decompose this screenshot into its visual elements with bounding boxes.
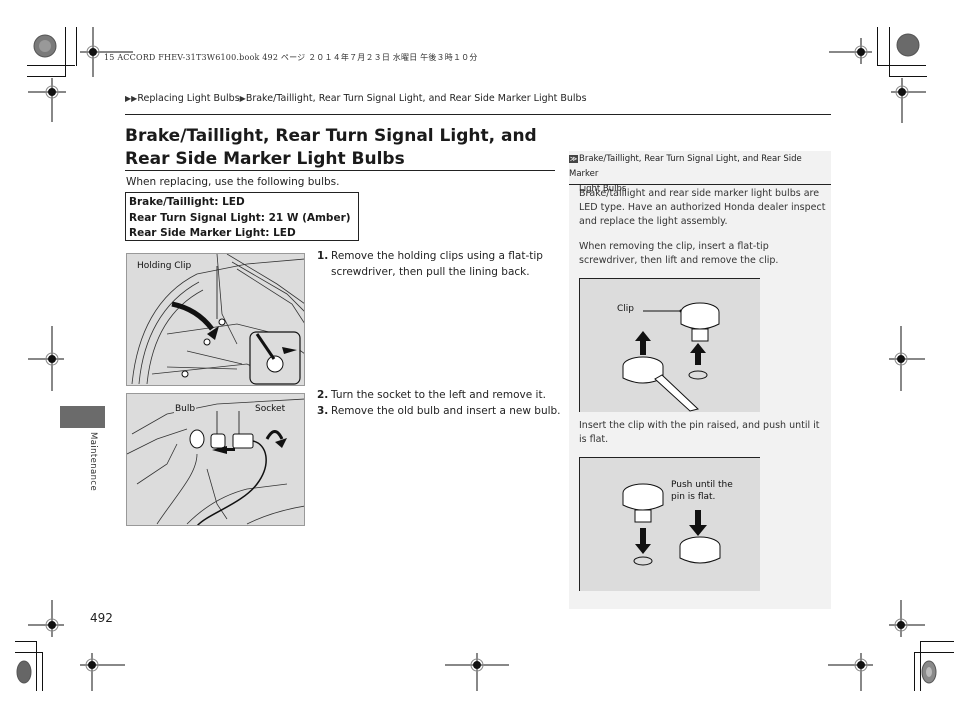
- clip-insert-drawing: [622, 483, 721, 566]
- registration-target-icon: [80, 653, 125, 691]
- color-patch-icon: [16, 660, 32, 684]
- sidebar-paragraph: Brake/taillight and rear side marker lig…: [579, 188, 826, 227]
- registration-target-icon: [891, 78, 926, 123]
- title-rule: [125, 170, 555, 171]
- sidebar-paragraph: Insert the clip with the pin raised, and…: [579, 420, 820, 445]
- print-header: 15 ACCORD FHEV-31T3W6100.book 492 ページ ２０…: [104, 53, 478, 62]
- clip-label: Clip: [616, 304, 635, 314]
- sidebar-paragraph: When removing the clip, insert a flat-ti…: [579, 241, 779, 266]
- bulb-spec-item: Brake/Taillight: LED: [129, 196, 245, 208]
- step-number: 3.: [317, 404, 329, 417]
- registration-target-icon: [889, 326, 925, 391]
- socket-label: Socket: [254, 404, 287, 414]
- sidebar-rule: [569, 184, 831, 185]
- registration-target-icon: [445, 653, 509, 691]
- color-patch-icon: [896, 33, 920, 57]
- trunk-lining-drawing: [131, 254, 304, 385]
- clip-removal-drawing: [622, 302, 720, 412]
- bulb-socket-illustration: Bulb Socket: [126, 393, 305, 526]
- breadcrumb-current: Brake/Taillight, Rear Turn Signal Light,…: [245, 93, 587, 104]
- page-number: 492: [90, 611, 113, 625]
- breadcrumb-parent-link[interactable]: Replacing Light Bulbs: [137, 93, 239, 104]
- holding-clip-label: Holding Clip: [136, 261, 193, 271]
- registration-target-icon: [28, 326, 64, 391]
- step-text: Remove the holding clips using a flat-ti…: [331, 250, 543, 278]
- breadcrumb-arrow-icon: ▶▶: [125, 94, 138, 103]
- intro-text: When replacing, use the following bulbs.: [126, 176, 340, 188]
- bulb-spec-box: Brake/Taillight: LED Rear Turn Signal Li…: [125, 192, 359, 241]
- step-item: 3. Remove the old bulb and insert a new …: [317, 404, 567, 420]
- registration-target-icon: [828, 653, 873, 691]
- section-tab-marker: [60, 406, 105, 428]
- registration-target-icon: [28, 78, 66, 122]
- step-list-2: 2. Turn the socket to the left and remov…: [317, 388, 567, 419]
- page-title: Brake/Taillight, Rear Turn Signal Light,…: [125, 126, 537, 169]
- registration-target-icon: [889, 600, 925, 637]
- step-number: 2.: [317, 389, 329, 401]
- registration-target-icon: [829, 38, 872, 64]
- step-list-1: 1. Remove the holding clips using a flat…: [317, 249, 557, 280]
- clip-insert-illustration: Push until the pin is flat.: [579, 457, 760, 591]
- header-rule: [125, 114, 831, 115]
- step-item: 2. Turn the socket to the left and remov…: [317, 388, 567, 404]
- push-label: Push until the pin is flat.: [670, 479, 734, 503]
- reference-arrow-icon: ≫: [569, 155, 578, 163]
- section-tab-label: Maintenance: [88, 432, 98, 492]
- step-text: Remove the old bulb and insert a new bul…: [331, 404, 561, 417]
- bulb-spec-item: Rear Side Marker Light: LED: [129, 227, 296, 239]
- holding-clip-illustration: Holding Clip: [126, 253, 305, 386]
- clip-removal-illustration: Clip: [579, 278, 760, 412]
- step-number: 1.: [317, 250, 329, 262]
- bulb-label: Bulb: [174, 404, 197, 414]
- registration-target-icon: [28, 600, 64, 637]
- step-text: Turn the socket to the left and remove i…: [331, 389, 546, 401]
- bulb-spec-item: Rear Turn Signal Light: 21 W (Amber): [129, 211, 351, 224]
- breadcrumb: ▶▶Replacing Light Bulbs▶Brake/Taillight,…: [125, 93, 587, 104]
- step-item: 1. Remove the holding clips using a flat…: [317, 249, 557, 280]
